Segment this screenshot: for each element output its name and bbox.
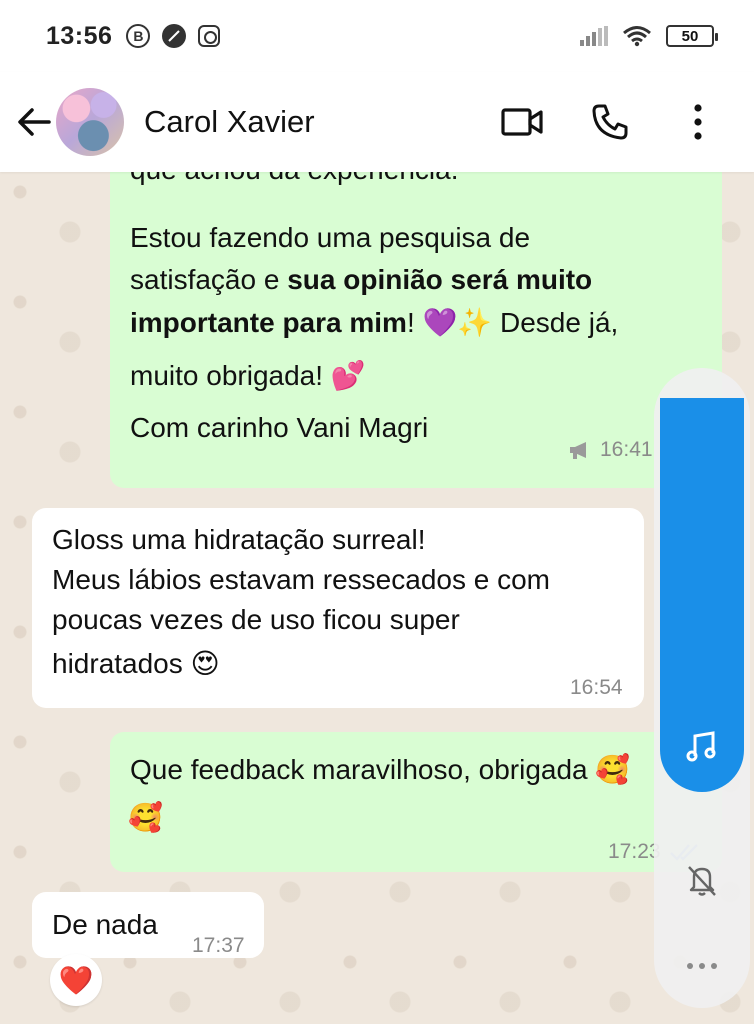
b-notification-icon: B [126, 24, 151, 48]
status-bar: 13:56 B 50 [0, 0, 754, 72]
message-meta: 16:54 [570, 668, 623, 708]
message-incoming[interactable]: De nada 17:37 [32, 892, 264, 958]
mute-button[interactable] [660, 838, 744, 922]
message-text: Que feedback maravilhoso, obrigada 🥰 [130, 754, 631, 785]
video-call-button[interactable] [500, 100, 544, 144]
message-text: poucas vezes de uso ficou super [52, 604, 460, 635]
notification-icons: B [126, 24, 221, 48]
contact-name[interactable]: Carol Xavier [144, 104, 315, 140]
message-time: 17:23 [608, 840, 661, 863]
message-reaction[interactable]: ❤️ [50, 954, 102, 1006]
floating-music-panel[interactable] [660, 398, 744, 792]
message-text: que achou da experiência. [130, 172, 458, 190]
more-vertical-icon [694, 104, 702, 140]
status-right: 50 [580, 25, 718, 47]
more-options-button[interactable] [676, 100, 720, 144]
message-text: Meus lábios estavam ressecados e com [52, 564, 550, 595]
status-time: 13:56 [46, 21, 113, 50]
message-text: satisfação e sua opinião será muito [130, 264, 593, 295]
message-time: 16:54 [570, 676, 623, 699]
instagram-icon [198, 25, 221, 47]
arrow-left-icon [18, 108, 51, 136]
avatar[interactable] [56, 88, 124, 156]
video-camera-icon [501, 108, 543, 136]
heart-reaction: ❤️ [58, 964, 94, 996]
app-notification-icon [162, 24, 187, 48]
message-text: De nada [52, 909, 158, 940]
message-text: hidratados 😍 [52, 648, 220, 679]
message-text: importante para mim! 💜✨ Desde já, [130, 307, 619, 338]
message-outgoing[interactable]: que achou da experiência. Estou fazendo … [110, 172, 722, 488]
back-button[interactable] [14, 102, 54, 142]
message-text: Estou fazendo uma pesquisa de [130, 222, 531, 253]
signal-icon [580, 26, 608, 46]
music-note-icon [686, 731, 716, 762]
message-text: Gloss uma hidratação surreal! [52, 524, 426, 555]
message-incoming[interactable]: Gloss uma hidratação surreal! Meus lábio… [32, 508, 644, 708]
header-actions [500, 100, 740, 144]
message-time: 17:37 [192, 934, 245, 957]
message-time: 16:41 [600, 438, 653, 461]
message-text: Com carinho Vani Magri [130, 412, 429, 443]
voice-call-button[interactable] [588, 100, 632, 144]
bell-off-icon [688, 866, 716, 896]
megaphone-icon [570, 442, 586, 459]
wifi-icon [623, 26, 651, 47]
phone-icon [592, 104, 628, 140]
chat-header: Carol Xavier [0, 72, 754, 172]
more-horizontal-icon [687, 963, 717, 969]
chat-area[interactable]: que achou da experiência. Estou fazendo … [0, 172, 754, 1024]
more-button[interactable] [660, 924, 744, 1008]
battery-level: 50 [681, 27, 699, 45]
battery-icon: 50 [666, 25, 718, 47]
message-outgoing[interactable]: Que feedback maravilhoso, obrigada 🥰 🥰 1… [110, 732, 722, 872]
message-text: muito obrigada! 💕 [130, 360, 366, 391]
message-text: 🥰 [128, 802, 163, 833]
message-meta: 17:37 [192, 926, 245, 966]
